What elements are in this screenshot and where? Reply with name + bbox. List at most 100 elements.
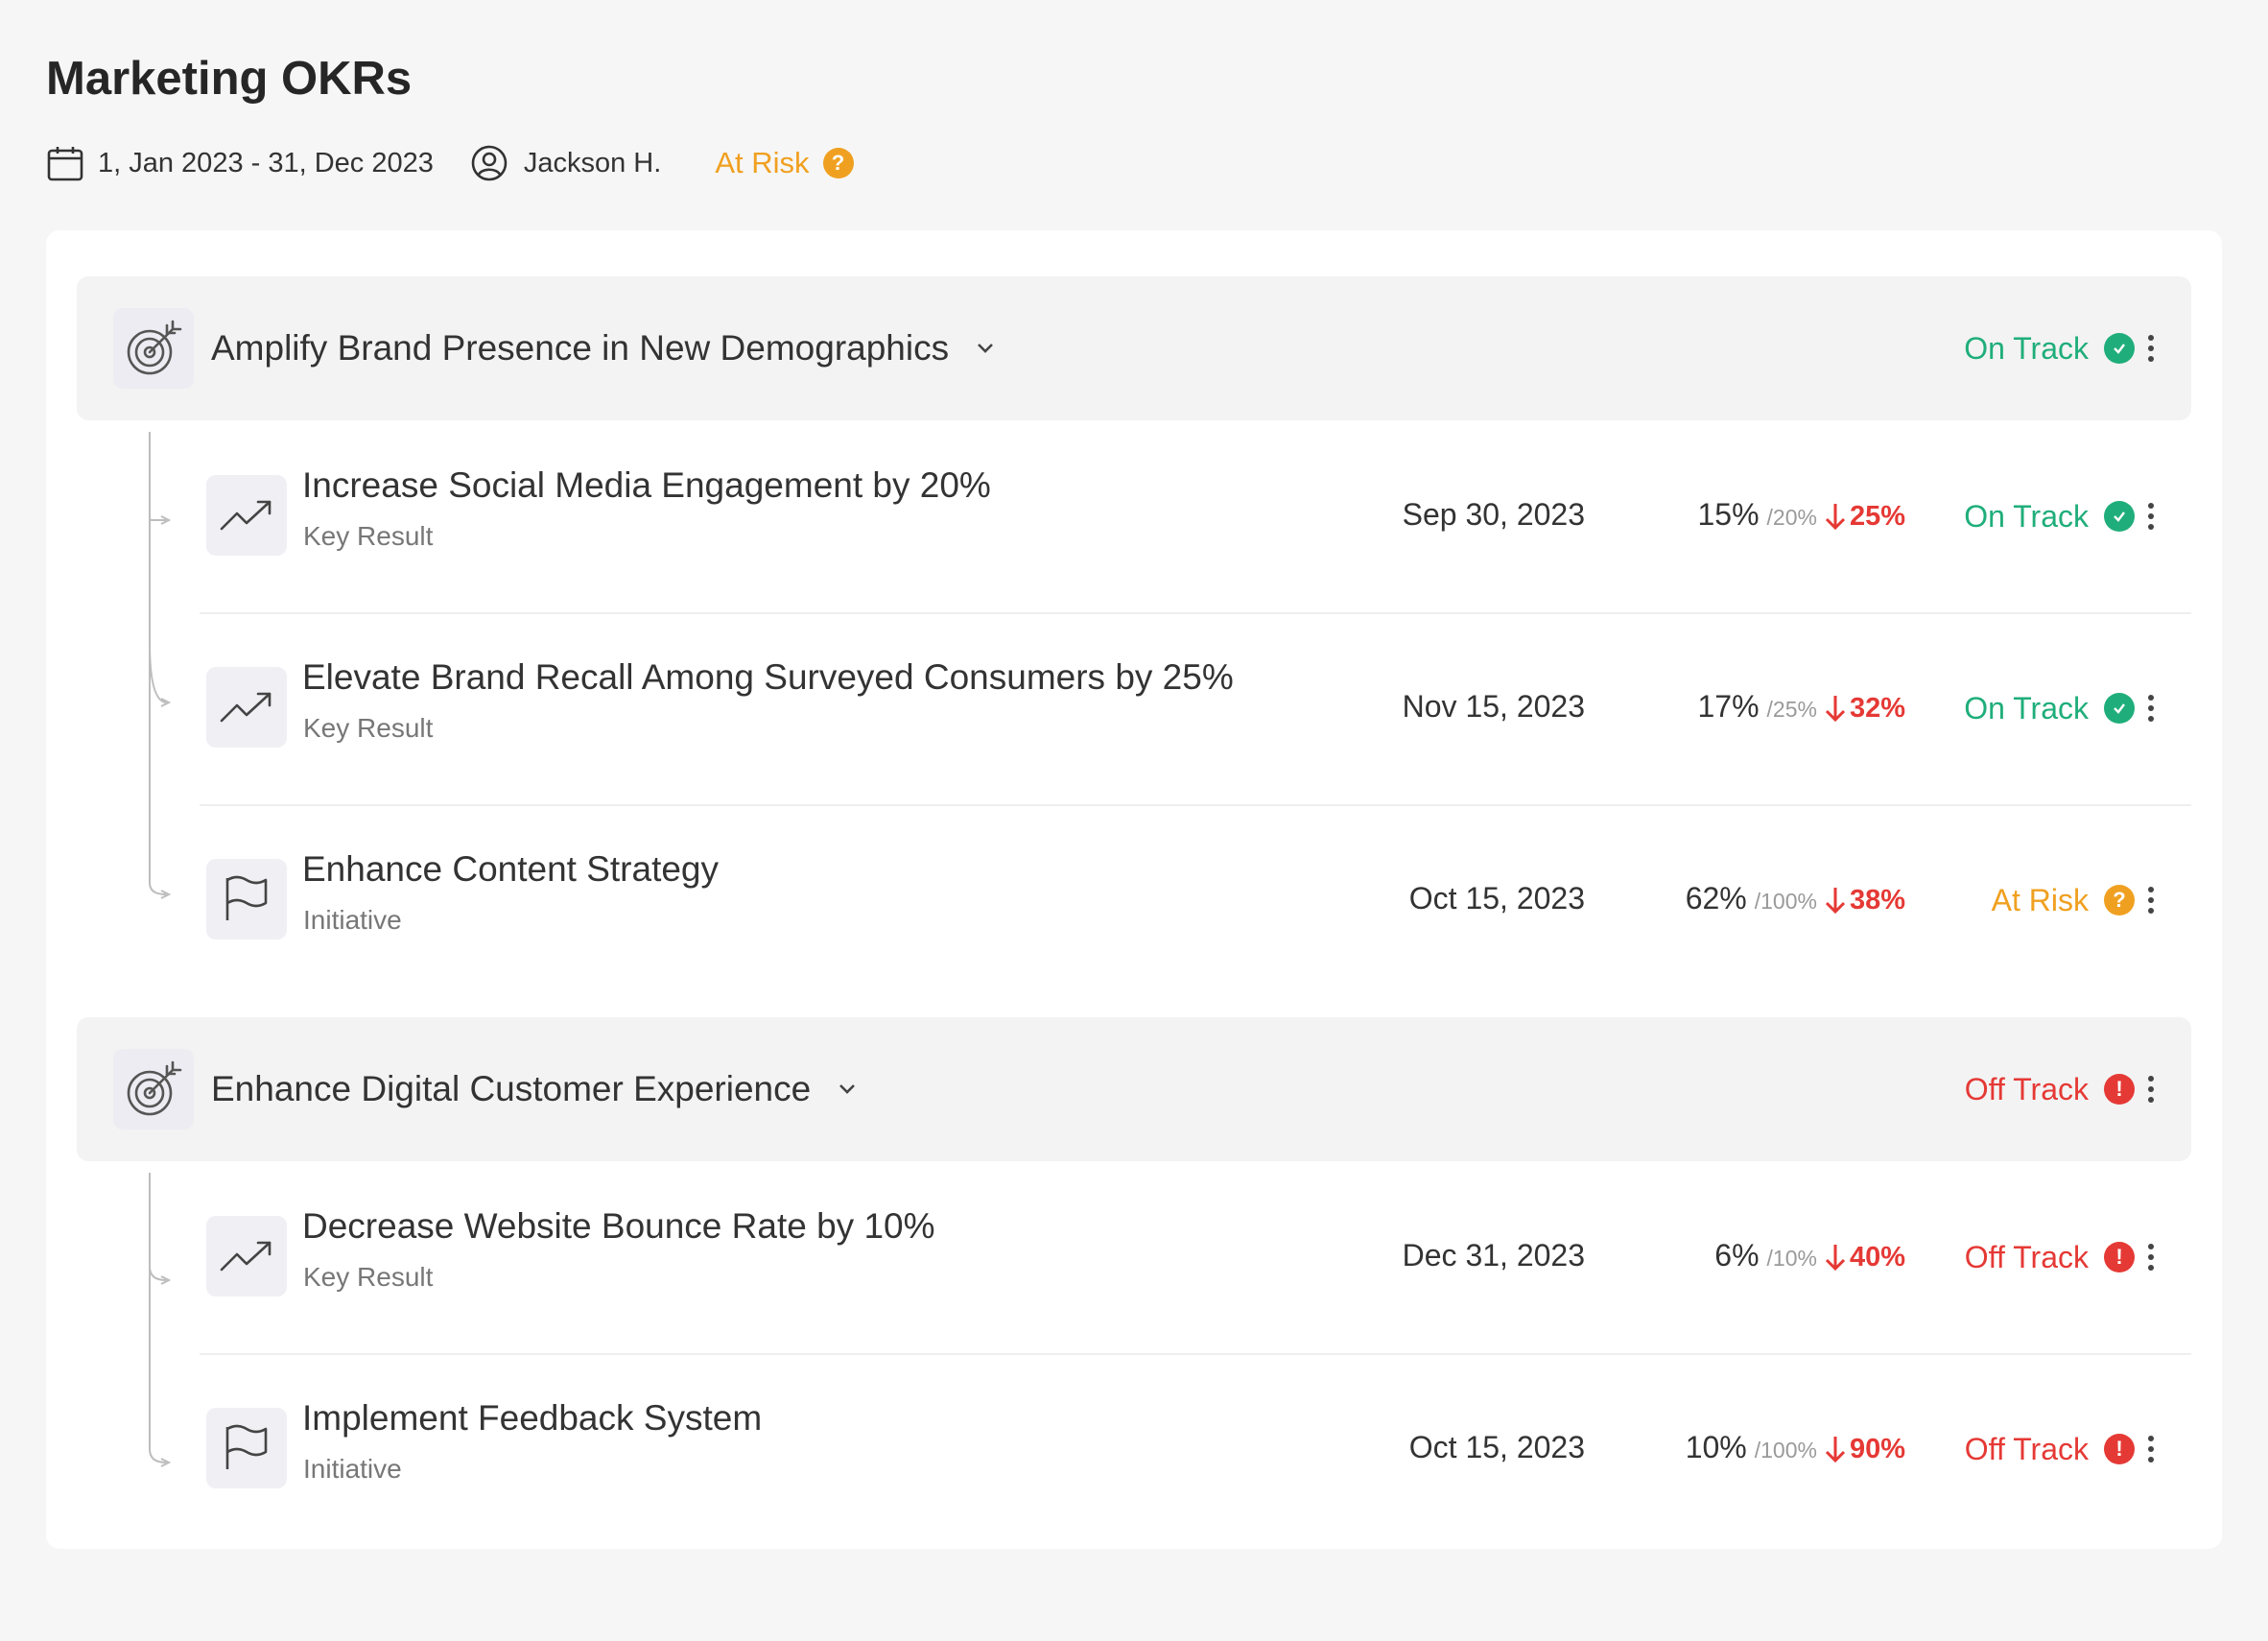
arrow-down-icon: [1825, 1243, 1846, 1272]
status-label: At Risk: [1991, 882, 2089, 917]
progress-target: /100%: [1754, 889, 1817, 914]
arrow-down-icon: [1825, 694, 1846, 723]
progress: 15% /20% 25%: [1697, 497, 1905, 535]
progress-value: 10%: [1685, 1430, 1747, 1464]
date-range-label: 1, Jan 2023 - 31, Dec 2023: [98, 147, 434, 178]
chevron-down-icon[interactable]: [836, 1078, 859, 1101]
status-label: On Track: [1964, 330, 2089, 366]
okr-meta: 1, Jan 2023 - 31, Dec 2023 Jackson H. At…: [46, 139, 854, 187]
exclamation-icon: !: [2104, 1242, 2135, 1272]
progress: 62% /100% 38%: [1686, 881, 1905, 919]
due-date: Dec 31, 2023: [1402, 1238, 1585, 1272]
objective-title[interactable]: Enhance Digital Customer Experience: [211, 1017, 859, 1161]
progress: 6% /10% 40%: [1714, 1238, 1905, 1276]
status-label: Off Track: [1964, 1071, 2089, 1106]
user-icon: [470, 144, 524, 182]
progress-target: /20%: [1766, 505, 1817, 530]
status-badge[interactable]: Off Track !: [1965, 1238, 2135, 1276]
calendar-icon: [46, 144, 98, 182]
more-options-icon[interactable]: [2141, 1430, 2161, 1468]
status-badge[interactable]: Off Track !: [1965, 1430, 2135, 1468]
objective-title[interactable]: Amplify Brand Presence in New Demographi…: [211, 276, 997, 420]
status-badge[interactable]: Off Track !: [1965, 1070, 2135, 1108]
progress-delta: 40%: [1849, 1242, 1905, 1272]
progress-value: 15%: [1697, 497, 1760, 532]
exclamation-icon: !: [2104, 1074, 2135, 1105]
more-options-icon[interactable]: [2141, 329, 2161, 368]
key-result-title[interactable]: Elevate Brand Recall Among Surveyed Cons…: [302, 657, 1234, 698]
objective-header[interactable]: Amplify Brand Presence in New Demographi…: [77, 276, 2191, 420]
due-date: Nov 15, 2023: [1402, 689, 1585, 724]
trending-up-icon: [206, 475, 287, 556]
initiative-title[interactable]: Implement Feedback System: [302, 1398, 762, 1439]
trending-up-icon: [206, 667, 287, 748]
progress-delta: 38%: [1849, 885, 1905, 916]
exclamation-icon: !: [2104, 1434, 2135, 1464]
objective-header[interactable]: Enhance Digital Customer Experience Off …: [77, 1017, 2191, 1161]
trending-up-icon: [206, 1216, 287, 1296]
flag-icon: [206, 859, 287, 939]
progress-delta: 90%: [1849, 1434, 1905, 1464]
date-range[interactable]: 1, Jan 2023 - 31, Dec 2023: [46, 144, 434, 182]
item-type: Key Result: [303, 1262, 434, 1292]
check-icon: [2104, 501, 2135, 532]
key-result-row[interactable]: Increase Social Media Engagement by 20% …: [200, 422, 2191, 614]
status-label: Off Track: [1964, 1239, 2089, 1274]
item-type: Initiative: [303, 1454, 402, 1484]
more-options-icon[interactable]: [2141, 1070, 2161, 1108]
more-options-icon[interactable]: [2141, 881, 2161, 919]
check-icon: [2104, 333, 2135, 364]
key-result-title[interactable]: Increase Social Media Engagement by 20%: [302, 465, 991, 506]
owner[interactable]: Jackson H.: [470, 144, 661, 182]
due-date: Sep 30, 2023: [1402, 497, 1585, 532]
item-type: Initiative: [303, 905, 402, 935]
overall-status-label: At Risk: [715, 146, 810, 179]
due-date: Oct 15, 2023: [1408, 881, 1585, 916]
check-icon: [2104, 693, 2135, 724]
key-result-row[interactable]: Elevate Brand Recall Among Surveyed Cons…: [200, 614, 2191, 806]
progress-target: /25%: [1766, 697, 1817, 722]
status-badge[interactable]: On Track: [1964, 497, 2135, 535]
target-icon: [113, 1049, 194, 1130]
status-label: Off Track: [1964, 1431, 2089, 1466]
question-icon: ?: [2104, 885, 2135, 916]
progress-value: 62%: [1685, 881, 1747, 916]
progress: 10% /100% 90%: [1686, 1430, 1905, 1468]
target-icon: [113, 308, 194, 389]
status-label: On Track: [1964, 690, 2089, 725]
key-result-row[interactable]: Decrease Website Bounce Rate by 10% Key …: [200, 1163, 2191, 1355]
page-title: Marketing OKRs: [46, 53, 413, 105]
okr-card: Amplify Brand Presence in New Demographi…: [46, 230, 2222, 1549]
item-type: Key Result: [303, 521, 434, 551]
progress-value: 17%: [1697, 689, 1760, 724]
overall-status[interactable]: At Risk ?: [715, 146, 854, 180]
arrow-down-icon: [1825, 886, 1846, 915]
chevron-down-icon[interactable]: [974, 337, 997, 360]
arrow-down-icon: [1825, 502, 1846, 531]
progress-delta: 32%: [1849, 693, 1905, 724]
initiative-row[interactable]: Enhance Content Strategy Initiative Oct …: [200, 806, 2191, 998]
flag-icon: [206, 1408, 287, 1488]
status-badge[interactable]: On Track: [1964, 689, 2135, 727]
initiative-row[interactable]: Implement Feedback System Initiative Oct…: [200, 1355, 2191, 1547]
more-options-icon[interactable]: [2141, 497, 2161, 535]
status-badge[interactable]: On Track: [1964, 329, 2135, 368]
arrow-down-icon: [1825, 1435, 1846, 1463]
more-options-icon[interactable]: [2141, 1238, 2161, 1276]
progress-delta: 25%: [1849, 501, 1905, 532]
question-icon: ?: [822, 148, 854, 178]
progress-target: /10%: [1766, 1246, 1817, 1271]
status-badge[interactable]: At Risk ?: [1992, 881, 2135, 919]
owner-name: Jackson H.: [523, 147, 662, 178]
more-options-icon[interactable]: [2141, 689, 2161, 727]
key-result-title[interactable]: Decrease Website Bounce Rate by 10%: [302, 1206, 935, 1247]
due-date: Oct 15, 2023: [1408, 1430, 1585, 1464]
progress: 17% /25% 32%: [1697, 689, 1905, 727]
status-label: On Track: [1964, 498, 2089, 534]
objective-title-text: Amplify Brand Presence in New Demographi…: [211, 328, 950, 368]
item-type: Key Result: [303, 713, 434, 743]
objective-title-text: Enhance Digital Customer Experience: [211, 1069, 812, 1108]
progress-target: /100%: [1754, 1438, 1817, 1463]
progress-value: 6%: [1714, 1238, 1760, 1272]
initiative-title[interactable]: Enhance Content Strategy: [302, 849, 719, 890]
